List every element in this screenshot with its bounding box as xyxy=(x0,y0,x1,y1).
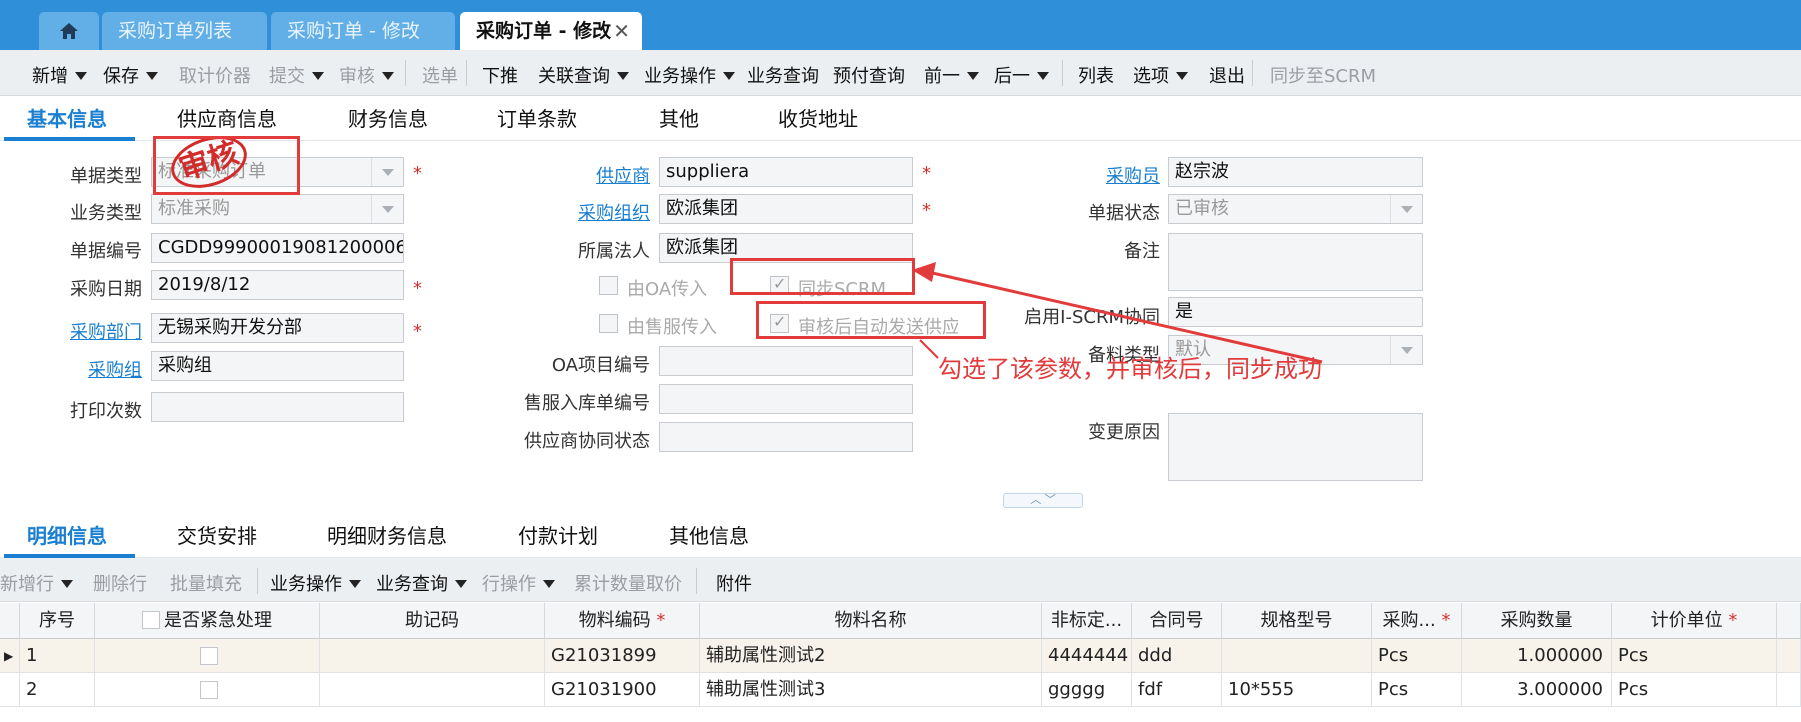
col-header-nonstandard[interactable]: 非标定... xyxy=(1042,603,1132,639)
detail-grid: 序号 是否紧急处理 助记码 物料编码 * 物料名称 非标定... 合同号 规格型… xyxy=(0,603,1801,722)
table-cell[interactable]: 1 xyxy=(20,639,95,673)
table-cell[interactable]: 4444444 xyxy=(1042,639,1132,673)
table-cell[interactable]: 2 xyxy=(20,673,95,707)
row-op-label: 行操作 xyxy=(482,574,536,595)
chevron-down-icon xyxy=(61,580,73,588)
detail-tabs: 明细信息 交货安排 明细财务信息 付款计划 其他信息 xyxy=(0,514,1801,558)
toolbar-divider xyxy=(696,568,697,594)
select-all-checkbox[interactable] xyxy=(142,611,160,629)
chevron-down-icon xyxy=(543,580,555,588)
row-op-button[interactable]: 行操作 xyxy=(482,570,555,596)
material-code-header-label: 物料编码 xyxy=(578,610,651,631)
tab-delivery-schedule[interactable]: 交货安排 xyxy=(177,520,257,549)
table-cell[interactable]: 3.000000 xyxy=(1462,673,1612,707)
detail-toolbar: 新增行 删除行 批量填充 业务操作 业务查询 行操作 累计数量取价 附件 xyxy=(0,558,1801,602)
table-cell[interactable]: Pcs xyxy=(1372,673,1462,707)
attachment-button[interactable]: 附件 xyxy=(716,570,752,596)
annotation-text: 勾选了该参数，并审核后，同步成功 xyxy=(938,355,1322,383)
detail-biz-op-label: 业务操作 xyxy=(270,574,342,595)
tab-detail-info[interactable]: 明细信息 xyxy=(27,520,107,549)
table-cell[interactable]: G21031900 xyxy=(545,673,700,707)
col-header-material-name[interactable]: 物料名称 xyxy=(700,603,1042,639)
col-header-qty[interactable]: 采购数量 xyxy=(1462,603,1612,639)
toolbar-divider xyxy=(257,568,258,594)
table-cell[interactable]: Pcs xyxy=(1612,639,1777,673)
col-header-spec[interactable]: 规格型号 xyxy=(1222,603,1372,639)
col-header-urgent[interactable]: 是否紧急处理 xyxy=(95,603,320,639)
row-pointer-icon: ▶ xyxy=(0,639,20,673)
table-cell-filler xyxy=(1777,673,1801,707)
required-mark: * xyxy=(656,610,666,631)
table-cell[interactable]: ddd xyxy=(1132,639,1222,673)
table-cell[interactable]: 辅助属性测试2 xyxy=(700,639,1042,673)
urgent-checkbox[interactable] xyxy=(200,681,218,699)
detail-biz-op-button[interactable]: 业务操作 xyxy=(270,570,361,596)
table-cell[interactable]: G21031899 xyxy=(545,639,700,673)
required-mark: * xyxy=(1441,610,1451,631)
price-unit-header-label: 计价单位 xyxy=(1650,610,1723,631)
col-header-contract[interactable]: 合同号 xyxy=(1132,603,1222,639)
urgent-checkbox[interactable] xyxy=(200,647,218,665)
collapse-toggle[interactable]: ︿ ﹀ xyxy=(1003,493,1083,508)
col-header-seq[interactable]: 序号 xyxy=(20,603,95,639)
row-indicator xyxy=(0,673,20,707)
add-row-button[interactable]: 新增行 xyxy=(0,570,73,596)
col-header-price-unit[interactable]: 计价单位 * xyxy=(1612,603,1777,639)
col-header-mnemonic[interactable]: 助记码 xyxy=(320,603,545,639)
table-cell-filler xyxy=(1777,639,1801,673)
detail-biz-query-label: 业务查询 xyxy=(376,574,448,595)
cum-qty-price-button[interactable]: 累计数量取价 xyxy=(574,570,682,596)
chevron-down-icon xyxy=(455,580,467,588)
chevron-down-icon xyxy=(349,580,361,588)
add-row-label: 新增行 xyxy=(0,574,54,595)
table-cell[interactable] xyxy=(1222,639,1372,673)
detail-biz-query-button[interactable]: 业务查询 xyxy=(376,570,467,596)
table-cell[interactable] xyxy=(320,639,545,673)
table-cell[interactable]: 辅助属性测试3 xyxy=(700,673,1042,707)
row-indicator-header xyxy=(0,603,20,639)
table-cell[interactable]: 10*555 xyxy=(1222,673,1372,707)
tab-payment-plan[interactable]: 付款计划 xyxy=(518,520,598,549)
table-cell[interactable]: Pcs xyxy=(1612,673,1777,707)
table-cell[interactable] xyxy=(320,673,545,707)
col-header-material-code[interactable]: 物料编码 * xyxy=(545,603,700,639)
purchase-unit-header-label: 采购... xyxy=(1382,610,1436,631)
table-cell[interactable]: ggggg xyxy=(1042,673,1132,707)
required-mark: * xyxy=(1728,610,1738,631)
urgent-header-label: 是否紧急处理 xyxy=(164,610,272,631)
tab-detail-finance[interactable]: 明细财务信息 xyxy=(327,520,447,549)
table-cell[interactable]: fdf xyxy=(1132,673,1222,707)
table-cell-urgent[interactable] xyxy=(95,639,320,673)
delete-row-button[interactable]: 删除行 xyxy=(93,570,147,596)
col-header-purchase-unit[interactable]: 采购... * xyxy=(1372,603,1462,639)
table-cell-urgent[interactable] xyxy=(95,673,320,707)
col-header-filler xyxy=(1777,603,1801,639)
tab-other-info[interactable]: 其他信息 xyxy=(669,520,749,549)
batch-fill-button[interactable]: 批量填充 xyxy=(170,570,242,596)
table-cell[interactable]: 1.000000 xyxy=(1462,639,1612,673)
table-cell[interactable]: Pcs xyxy=(1372,639,1462,673)
